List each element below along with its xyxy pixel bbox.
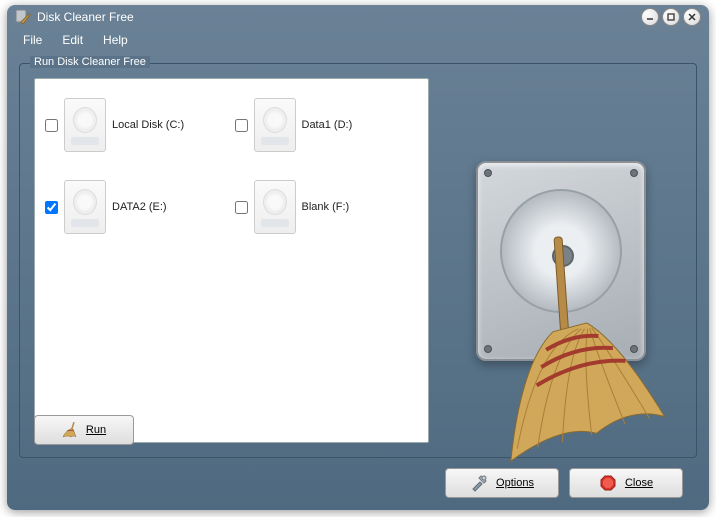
run-button[interactable]: Run — [34, 415, 134, 445]
close-window-button[interactable] — [683, 8, 701, 26]
drive-checkbox-f[interactable] — [235, 201, 248, 214]
drive-checkbox-c[interactable] — [45, 119, 58, 132]
hero-illustration — [439, 78, 682, 443]
menu-file[interactable]: File — [15, 31, 50, 49]
drive-label: Blank (F:) — [302, 201, 350, 213]
groupbox-label: Run Disk Cleaner Free — [30, 56, 150, 68]
drive-item: Data1 (D:) — [235, 93, 419, 157]
window-controls — [641, 8, 701, 26]
tools-icon — [470, 474, 488, 492]
drive-label: Local Disk (C:) — [112, 119, 184, 131]
titlebar: Disk Cleaner Free — [7, 5, 709, 30]
app-title: Disk Cleaner Free — [37, 10, 641, 24]
run-button-label: Run — [86, 424, 106, 436]
drive-label: DATA2 (E:) — [112, 201, 167, 213]
drive-list-panel: Local Disk (C:) Data1 (D:) DATA2 (E:) — [34, 78, 429, 443]
drive-checkbox-e[interactable] — [45, 201, 58, 214]
close-button-label: Close — [625, 477, 653, 489]
harddisk-icon — [64, 98, 106, 152]
stop-icon — [599, 474, 617, 492]
app-window: Disk Cleaner Free File Edit Help Run Dis… — [7, 5, 709, 510]
drive-item: Blank (F:) — [235, 175, 419, 239]
broom-icon — [430, 215, 686, 479]
drive-item: DATA2 (E:) — [45, 175, 229, 239]
menu-edit[interactable]: Edit — [54, 31, 91, 49]
menu-help[interactable]: Help — [95, 31, 136, 49]
footer: Options Close — [19, 458, 697, 498]
maximize-icon — [667, 13, 675, 21]
harddisk-icon — [254, 98, 296, 152]
harddisk-icon — [254, 180, 296, 234]
close-button[interactable]: Close — [569, 468, 683, 498]
close-icon — [688, 13, 696, 21]
minimize-button[interactable] — [641, 8, 659, 26]
broom-icon — [62, 422, 78, 438]
drive-item: Local Disk (C:) — [45, 93, 229, 157]
menubar: File Edit Help — [7, 30, 709, 51]
harddisk-icon — [64, 180, 106, 234]
maximize-button[interactable] — [662, 8, 680, 26]
run-groupbox: Run Disk Cleaner Free Local Disk (C:) Da… — [19, 63, 697, 458]
app-icon — [15, 9, 31, 25]
drive-label: Data1 (D:) — [302, 119, 353, 131]
content-area: Run Disk Cleaner Free Local Disk (C:) Da… — [7, 51, 709, 510]
options-button-label: Options — [496, 477, 534, 489]
minimize-icon — [646, 13, 654, 21]
drive-checkbox-d[interactable] — [235, 119, 248, 132]
